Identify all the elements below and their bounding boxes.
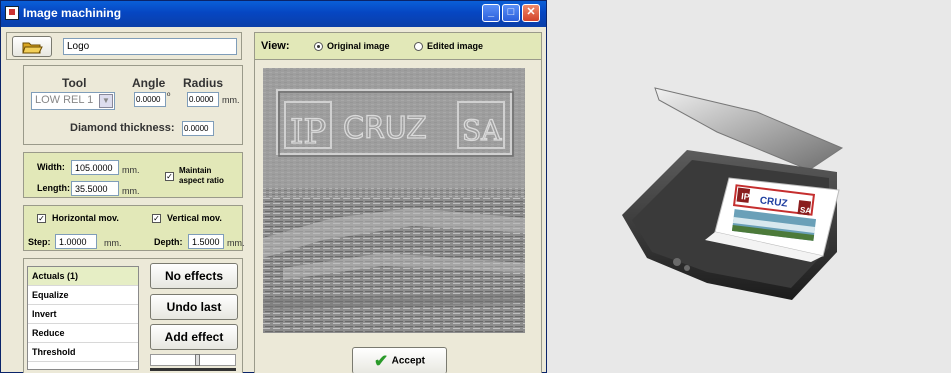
radius-field[interactable]: 0.0000 (187, 92, 219, 107)
file-panel: Logo (6, 32, 242, 60)
image-machining-window: Image machining _ □ ✕ Logo View: Origina… (0, 0, 547, 373)
window-title: Image machining (23, 6, 122, 20)
effect-item-threshold[interactable]: Threshold (28, 343, 138, 362)
chevron-down-icon[interactable]: ▼ (99, 94, 113, 108)
no-effects-button[interactable]: No effects (150, 263, 238, 289)
effect-item-equalize[interactable]: Equalize (28, 286, 138, 305)
edited-image-preview: IP CRUZ SA (263, 68, 525, 333)
effect-item-actuals[interactable]: Actuals (1) (28, 267, 138, 286)
scanner-photo: IP CRUZ SA (547, 0, 951, 373)
vertical-mov-label: Vertical mov. (167, 213, 222, 223)
effects-list: Actuals (1) Equalize Invert Reduce Thres… (27, 266, 139, 370)
step-unit: mm. (104, 238, 122, 248)
angle-field[interactable]: 0.0000 (134, 92, 166, 107)
maximize-icon[interactable]: □ (502, 4, 520, 22)
step-field[interactable]: 1.0000 (55, 234, 97, 249)
sheet-logo-right: SA (799, 205, 811, 215)
maintain-aspect-checkbox[interactable]: ✓ (165, 172, 174, 181)
effect-item-reduce[interactable]: Reduce (28, 324, 138, 343)
angle-unit: º (167, 91, 171, 101)
accept-label: Accept (391, 355, 425, 367)
depth-label: Depth: (154, 237, 183, 247)
view-panel: View: Original image Edited image (254, 32, 542, 60)
relief-logo-image: IP CRUZ SA (263, 68, 525, 333)
length-unit: mm. (122, 186, 140, 196)
step-label: Step: (28, 237, 51, 247)
angle-label: Angle (132, 76, 166, 90)
depth-unit: mm. (227, 238, 245, 248)
view-label: View: (261, 40, 290, 52)
effect-slider-track[interactable] (150, 354, 236, 366)
diamond-thickness-field[interactable]: 0.0000 (182, 121, 214, 136)
undo-last-button[interactable]: Undo last (150, 294, 238, 320)
checkmark-icon: ✔ (374, 351, 389, 371)
logo-text-left: IP (290, 112, 326, 152)
diamond-thickness-label: Diamond thickness: (70, 122, 175, 134)
file-name-field[interactable]: Logo (63, 38, 237, 55)
size-panel: Width: 105.0000 mm. Length: 35.5000 mm. … (23, 152, 243, 198)
tool-panel: Tool Angle Radius LOW REL 1 ▼ 0.0000 º 0… (23, 65, 243, 145)
radius-unit: mm. (222, 95, 240, 105)
tool-select[interactable]: LOW REL 1 ▼ (31, 92, 115, 110)
edited-image-label[interactable]: Edited image (427, 41, 483, 51)
logo-text-right: SA (462, 114, 502, 147)
horizontal-mov-checkbox[interactable]: ✓ (37, 214, 46, 223)
vertical-mov-checkbox[interactable]: ✓ (152, 214, 161, 223)
length-field[interactable]: 35.5000 (71, 181, 119, 196)
minimize-icon[interactable]: _ (482, 4, 500, 22)
tool-label: Tool (62, 76, 87, 90)
length-label: Length: (37, 183, 70, 193)
open-file-button[interactable] (12, 36, 52, 57)
app-icon (5, 6, 19, 20)
horizontal-mov-label: Horizontal mov. (52, 213, 119, 223)
add-effect-button[interactable]: Add effect (150, 324, 238, 350)
accept-button[interactable]: ✔ Accept (352, 347, 447, 373)
movement-panel: ✓ Horizontal mov. ✓ Vertical mov. Step: … (23, 205, 245, 251)
effect-slider-baseline (150, 368, 236, 371)
width-field[interactable]: 105.0000 (71, 160, 119, 175)
scanner-illustration: IP CRUZ SA (547, 0, 951, 373)
aspect-ratio-label: aspect ratio (179, 176, 224, 185)
original-image-radio[interactable] (314, 42, 323, 51)
width-label: Width: (37, 162, 65, 172)
open-folder-icon (22, 42, 43, 54)
maintain-label: Maintain (179, 166, 212, 175)
title-bar[interactable]: Image machining _ □ ✕ (1, 1, 546, 27)
close-icon[interactable]: ✕ (522, 4, 540, 22)
radius-label: Radius (183, 76, 224, 90)
edited-image-radio[interactable] (414, 42, 423, 51)
tool-select-value: LOW REL 1 (35, 94, 94, 106)
effect-slider-handle[interactable] (195, 354, 200, 366)
logo-text-center: CRUZ (343, 111, 427, 146)
effect-item-invert[interactable]: Invert (28, 305, 138, 324)
depth-field[interactable]: 1.5000 (188, 234, 224, 249)
width-unit: mm. (122, 165, 140, 175)
original-image-label[interactable]: Original image (327, 41, 390, 51)
sheet-logo-left: IP (741, 191, 751, 202)
